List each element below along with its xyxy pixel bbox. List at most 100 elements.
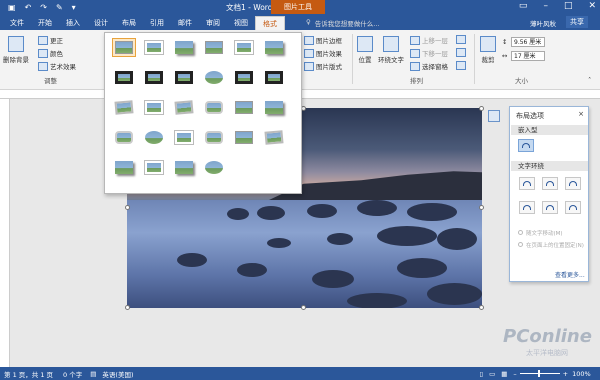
close-icon[interactable]: ✕ <box>588 1 596 11</box>
tab-format[interactable]: 格式 <box>255 16 285 30</box>
wrap-in-front-icon[interactable] <box>565 201 581 214</box>
collapse-ribbon-icon[interactable]: ˄ <box>588 76 591 84</box>
artistic-effects-button[interactable]: 艺术效果 <box>38 61 76 71</box>
corrections-button[interactable]: 更正 <box>38 35 63 45</box>
picture-style-thumbnail[interactable] <box>203 129 225 146</box>
page-count[interactable]: 第 1 页，共 1 页 <box>4 369 53 379</box>
tab-layout[interactable]: 布局 <box>115 16 143 30</box>
wrap-through-icon[interactable] <box>565 177 581 190</box>
web-layout-icon[interactable]: ▦ <box>501 370 507 378</box>
selection-pane-icon <box>410 61 420 71</box>
picture-style-thumbnail[interactable] <box>143 39 165 56</box>
ribbon-display-icon[interactable]: ▭ <box>519 1 528 11</box>
picture-style-thumbnail[interactable] <box>112 38 136 57</box>
picture-style-thumbnail[interactable] <box>263 39 285 56</box>
wrap-inline-icon[interactable] <box>518 139 534 152</box>
tab-file[interactable]: 文件 <box>3 16 31 30</box>
picture-style-thumbnail[interactable] <box>113 69 135 86</box>
picture-style-thumbnail[interactable] <box>113 99 135 116</box>
picture-style-thumbnail[interactable] <box>173 159 195 176</box>
wrap-tight-icon[interactable] <box>542 177 558 190</box>
position-button[interactable]: 位置 <box>357 36 373 64</box>
save-icon[interactable]: ▣ <box>8 3 16 12</box>
picture-style-thumbnail[interactable] <box>143 129 165 146</box>
picture-style-thumbnail[interactable] <box>173 69 195 86</box>
layout-options-icon[interactable] <box>488 110 500 122</box>
wrap-square-icon[interactable] <box>519 177 535 190</box>
selection-pane-button[interactable]: 选择窗格 <box>410 61 448 71</box>
resize-handle-bottom-left[interactable] <box>125 305 130 310</box>
read-mode-icon[interactable]: ▯ <box>479 370 483 378</box>
picture-style-thumbnail[interactable] <box>143 159 165 176</box>
picture-style-thumbnail[interactable] <box>143 99 165 116</box>
user-name[interactable]: 薄叶风秋 <box>530 18 556 28</box>
resize-handle-right[interactable] <box>479 205 484 210</box>
align-button[interactable] <box>456 35 466 44</box>
picture-style-thumbnail[interactable] <box>143 69 165 86</box>
picture-style-thumbnail[interactable] <box>203 69 225 86</box>
tab-review[interactable]: 审阅 <box>199 16 227 30</box>
height-input[interactable]: 9.56 厘米 <box>511 37 545 47</box>
picture-style-thumbnail[interactable] <box>113 129 135 146</box>
redo-icon[interactable]: ↷ <box>40 3 47 12</box>
color-button[interactable]: 颜色 <box>38 48 63 58</box>
picture-style-thumbnail[interactable] <box>113 159 135 176</box>
picture-style-thumbnail[interactable] <box>233 99 255 116</box>
rotate-button[interactable] <box>456 61 466 70</box>
zoom-slider[interactable] <box>519 370 560 377</box>
share-button[interactable]: 共享 <box>566 16 588 28</box>
brush-icon[interactable]: ✎ <box>56 3 63 12</box>
zoom-level[interactable]: 100% <box>572 370 591 378</box>
tell-me-box[interactable]: ♀ 告诉我您想要做什么... <box>306 18 379 28</box>
picture-style-thumbnail[interactable] <box>173 99 195 116</box>
move-with-text-radio[interactable]: 随文字移动(M) <box>518 229 563 237</box>
bring-forward-button[interactable]: 上移一层 <box>410 35 448 45</box>
resize-handle-bottom[interactable] <box>301 305 306 310</box>
proofing-icon[interactable]: ▤ <box>90 370 96 378</box>
tab-mailings[interactable]: 邮件 <box>171 16 199 30</box>
word-count[interactable]: 0 个字 <box>63 369 82 379</box>
resize-handle-top-right[interactable] <box>479 106 484 111</box>
picture-style-thumbnail[interactable] <box>173 129 195 146</box>
tab-view[interactable]: 视图 <box>227 16 255 30</box>
wrap-behind-text-icon[interactable] <box>542 201 558 214</box>
tab-insert[interactable]: 插入 <box>59 16 87 30</box>
width-input[interactable]: 17 厘米 <box>511 51 545 61</box>
picture-style-thumbnail[interactable] <box>263 99 285 116</box>
customize-icon[interactable]: ▾ <box>72 3 76 12</box>
undo-icon[interactable]: ↶ <box>25 3 32 12</box>
tab-home[interactable]: 开始 <box>31 16 59 30</box>
close-icon[interactable]: × <box>578 110 584 118</box>
tab-references[interactable]: 引用 <box>143 16 171 30</box>
picture-style-thumbnail[interactable] <box>233 129 255 146</box>
minimize-icon[interactable]: – <box>543 1 548 11</box>
picture-style-thumbnail[interactable] <box>203 159 225 176</box>
picture-style-thumbnail[interactable] <box>203 99 225 116</box>
tab-design[interactable]: 设计 <box>87 16 115 30</box>
picture-style-thumbnail[interactable] <box>173 39 195 56</box>
send-backward-button[interactable]: 下移一层 <box>410 48 448 58</box>
zoom-in-icon[interactable]: + <box>563 370 568 378</box>
picture-style-thumbnail[interactable] <box>233 69 255 86</box>
picture-layout-button[interactable]: 图片版式 <box>304 61 342 71</box>
resize-handle-bottom-right[interactable] <box>479 305 484 310</box>
print-layout-icon[interactable]: ▭ <box>489 370 495 378</box>
crop-button[interactable]: 裁剪 <box>480 36 496 64</box>
corrections-label: 更正 <box>50 37 63 45</box>
wrap-text-button[interactable]: 环绕文字 <box>378 36 404 64</box>
picture-style-thumbnail[interactable] <box>203 39 225 56</box>
wrap-top-bottom-icon[interactable] <box>519 201 535 214</box>
picture-style-thumbnail[interactable] <box>263 69 285 86</box>
maximize-icon[interactable]: □ <box>564 1 573 11</box>
fix-position-radio[interactable]: 在页面上的位置固定(N) <box>518 241 588 249</box>
zoom-out-icon[interactable]: – <box>513 370 516 378</box>
language[interactable]: 英语(美国) <box>102 369 133 379</box>
group-button[interactable] <box>456 48 466 57</box>
picture-style-thumbnail[interactable] <box>263 129 285 146</box>
picture-border-button[interactable]: 图片边框 <box>304 35 342 45</box>
remove-background-button[interactable]: 删除背景 <box>3 36 29 64</box>
resize-handle-left[interactable] <box>125 205 130 210</box>
picture-effects-button[interactable]: 图片效果 <box>304 48 342 58</box>
picture-style-thumbnail[interactable] <box>233 39 255 56</box>
see-more-link[interactable]: 查看更多... <box>555 270 585 279</box>
